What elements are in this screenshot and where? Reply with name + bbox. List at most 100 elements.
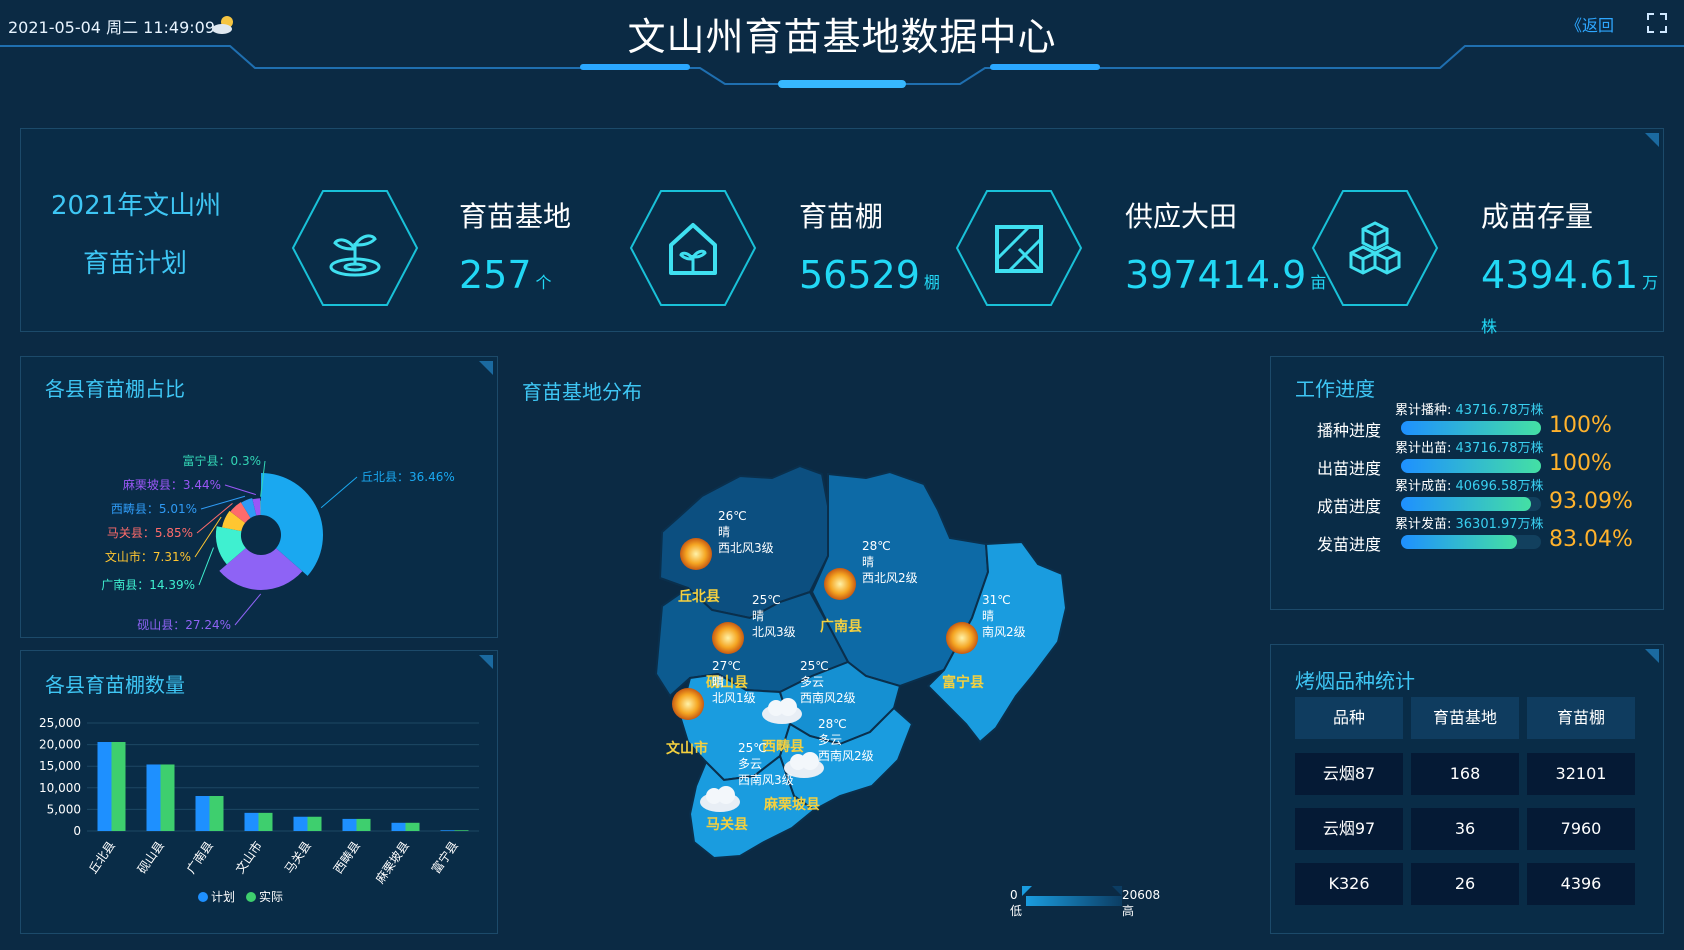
bar-actual[interactable] [111, 742, 126, 831]
bar-xtick-label: 麻栗坡县 [372, 838, 412, 886]
legend-dot[interactable] [246, 892, 256, 902]
pie-chart: 丘北县：36.46% 砚山县：27.24% 广南县：14.39% 文山市：7.31% 马… [101, 453, 455, 632]
bar-xtick-label: 富宁县 [428, 838, 461, 876]
stat-number: 4394.61 [1481, 253, 1639, 297]
fullscreen-icon[interactable] [1646, 12, 1668, 34]
stat-unit: 个 [535, 273, 552, 292]
city-weather: 31℃ 晴南风2级 [982, 592, 1026, 640]
city-weather: 多云 [818, 733, 843, 747]
bar-panel-title: 各县育苗棚数量 [45, 673, 185, 697]
city-wind: 西南风3级 [738, 773, 794, 787]
bar-actual[interactable] [356, 818, 371, 831]
panel-corner [479, 655, 493, 669]
city-name[interactable]: 广南县 [820, 616, 862, 636]
table-cell: 云烟97 [1295, 808, 1403, 850]
progress-panel-title: 工作进度 [1295, 377, 1375, 401]
legend-dot[interactable] [198, 892, 208, 902]
pie-leader-line [320, 476, 358, 509]
pie-slice-label: 富宁县：0.3% [183, 453, 262, 468]
progress-label: 出苗进度 [1317, 459, 1382, 478]
legend-gradient[interactable] [1026, 896, 1122, 906]
double-chevron-left-icon: 《 [1565, 16, 1582, 35]
city-name[interactable]: 麻栗坡县 [764, 794, 820, 814]
back-label: 返回 [1581, 16, 1614, 35]
table-cell: K326 [1295, 863, 1403, 905]
legend-max: 20608 [1122, 888, 1161, 902]
legend-handle-left[interactable] [1022, 886, 1032, 896]
cloud-icon [698, 784, 742, 818]
city-weather: 多云 [800, 675, 825, 689]
progress-cumulative: 累计发苗: 36301.97万株 [1395, 513, 1544, 532]
bar-actual[interactable] [258, 812, 273, 831]
table-cell: 云烟87 [1295, 753, 1403, 795]
stat-label-fields: 供应大田 [1125, 200, 1238, 233]
city-temp: 31℃ [982, 593, 1011, 607]
progress-panel: 工作进度 累计播种: 43716.78万株 播种进度 100% 累计出苗: 43716… [1270, 356, 1664, 610]
pie-leader-line [234, 593, 262, 626]
progress-percent: 100% [1549, 413, 1612, 438]
city-temp: 25℃ [738, 741, 767, 755]
legend-label: 实际 [259, 889, 283, 904]
progress-cumulative-label: 累计发苗: [1395, 517, 1456, 532]
city-temp: 25℃ [800, 659, 829, 673]
sun-icon [710, 620, 746, 660]
city-name[interactable]: 马关县 [706, 814, 748, 834]
region-map [654, 464, 1068, 860]
bar-ytick-label: 25,000 [39, 716, 81, 730]
progress-track [1401, 459, 1541, 473]
progress-track [1401, 535, 1541, 549]
stat-label-sheds: 育苗棚 [799, 200, 884, 233]
pie-slice-label: 马关县：5.85% [107, 526, 193, 540]
greenhouse-icon [629, 190, 757, 306]
bar-plan[interactable] [293, 816, 308, 831]
bar-plan[interactable] [391, 822, 406, 831]
table-cell: 4396 [1527, 863, 1635, 905]
city-wind: 西南风2级 [800, 691, 856, 705]
city-weather: 28℃ 晴西北风2级 [862, 538, 918, 586]
variety-panel: 烤烟品种统计 品种 育苗基地 育苗棚 云烟87 168 32101 云烟97 36 7960 K3… [1270, 644, 1664, 934]
city-wind: 西北风3级 [718, 541, 774, 555]
city-temp: 28℃ [862, 539, 891, 553]
pie-slice-label: 砚山县：27.24% [137, 618, 231, 632]
progress-label: 发苗进度 [1317, 535, 1382, 554]
bar-actual[interactable] [209, 796, 224, 831]
city-name[interactable]: 文山市 [666, 738, 708, 758]
sun-icon [944, 620, 980, 660]
back-button[interactable]: 《返回 [1566, 12, 1614, 36]
bar-ytick-label: 0 [73, 824, 81, 838]
sun-icon [678, 536, 714, 576]
progress-percent: 100% [1549, 451, 1612, 476]
stat-number: 56529 [799, 253, 920, 297]
legend-label: 计划 [211, 890, 235, 904]
city-weather: 晴 [752, 609, 765, 623]
pie-slice-label: 文山市：7.31% [105, 549, 191, 564]
legend-handle-right[interactable] [1112, 886, 1122, 896]
bar-plan[interactable] [342, 818, 357, 831]
city-name[interactable]: 富宁县 [942, 672, 984, 692]
panel-corner [479, 361, 493, 375]
bar-actual[interactable] [160, 764, 175, 831]
bar-xtick-label: 马关县 [282, 839, 314, 877]
bar-actual[interactable] [454, 830, 469, 831]
city-weather: 26℃ 晴西北风3级 [718, 508, 774, 556]
bar-actual[interactable] [307, 816, 322, 831]
progress-fill [1401, 421, 1541, 435]
bar-plan[interactable] [97, 742, 112, 831]
stat-value-sheds: 56529 棚 [799, 253, 940, 297]
stat-label-bases: 育苗基地 [459, 200, 572, 233]
city-name[interactable]: 丘北县 [678, 586, 720, 606]
bar-plan[interactable] [440, 830, 455, 831]
progress-cumulative-value: 36301.97万株 [1455, 517, 1544, 532]
bar-plan[interactable] [146, 764, 161, 831]
city-weather: 晴 [712, 675, 725, 689]
stat-value-bases: 257 个 [459, 253, 552, 297]
bar-plan[interactable] [195, 796, 210, 831]
bar-actual[interactable] [405, 822, 420, 831]
city-temp: 28℃ [818, 717, 847, 731]
city-wind: 西北风2级 [862, 571, 918, 585]
bar-plan[interactable] [244, 812, 259, 831]
bar-xtick-label: 文山市 [232, 838, 265, 876]
pie-slice-label: 丘北县：36.46% [361, 470, 455, 484]
bar-xtick-label: 砚山县 [135, 839, 167, 877]
progress-track [1401, 497, 1541, 511]
